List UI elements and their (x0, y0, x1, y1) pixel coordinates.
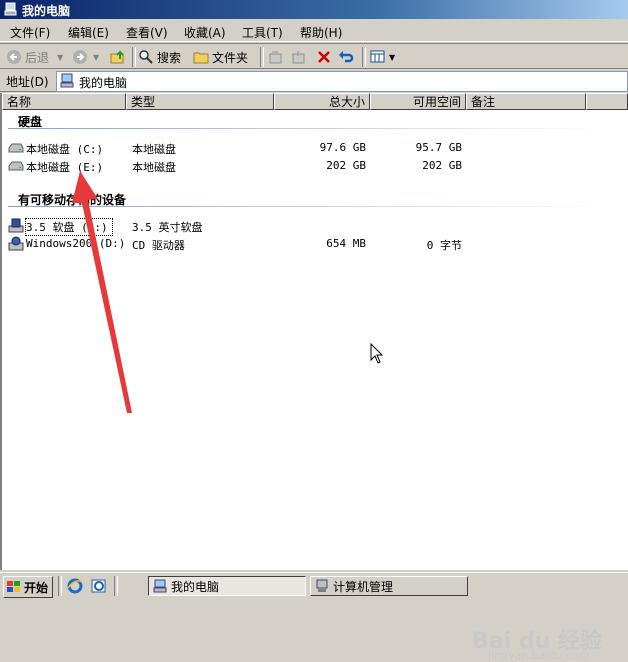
task-label: 我的电脑 (171, 579, 220, 594)
task-computer-management[interactable]: 计算机管理 (310, 576, 468, 596)
computer-management-icon (316, 579, 328, 592)
menu-view[interactable]: 查看(V) (126, 24, 168, 41)
my-computer-icon (4, 2, 17, 16)
drive-name: 本地磁盘 (C:) (26, 143, 104, 156)
hard-disk-icon (8, 161, 24, 171)
move-to-button[interactable] (268, 47, 287, 67)
back-button[interactable]: 后退 ▼ (6, 47, 63, 67)
up-folder-button[interactable] (110, 47, 129, 67)
views-button[interactable]: ▼ (370, 47, 395, 67)
drive-name: 本地磁盘 (E:) (26, 161, 104, 174)
forward-arrow-icon (73, 50, 87, 64)
drive-total: 202 GB (326, 159, 366, 172)
column-comments[interactable]: 备注 (466, 93, 586, 110)
my-computer-icon (153, 579, 167, 593)
forward-dropdown-icon[interactable]: ▼ (93, 53, 99, 62)
my-computer-icon (60, 73, 74, 88)
menu-help[interactable]: 帮助(H) (300, 24, 342, 41)
column-name[interactable]: 名称 (2, 93, 126, 110)
undo-icon (339, 51, 354, 63)
task-my-computer[interactable]: 我的电脑 (148, 576, 306, 596)
outlook-express-icon[interactable] (90, 578, 108, 594)
drive-row-c[interactable]: 本地磁盘 (C:) 本地磁盘 97.6 GB 95.7 GB (8, 140, 608, 157)
column-type[interactable]: 类型 (126, 93, 274, 110)
cd-drive-icon (8, 236, 24, 251)
drive-name: 3.5 软盘 (A:) (25, 218, 113, 236)
address-label: 地址(D) (6, 75, 49, 89)
folders-label: 文件夹 (212, 50, 249, 65)
views-dropdown-icon[interactable]: ▼ (389, 53, 395, 62)
group-divider (8, 206, 608, 207)
back-arrow-icon (7, 50, 21, 64)
window-title: 我的电脑 (22, 4, 71, 18)
drive-row-d[interactable]: Windows200 (D:) CD 驱动器 654 MB 0 字节 (8, 236, 608, 253)
address-value: 我的电脑 (79, 76, 128, 90)
mouse-cursor-icon (370, 343, 384, 364)
menu-favorites[interactable]: 收藏(A) (184, 24, 226, 41)
menu-tools[interactable]: 工具(T) (242, 24, 283, 41)
drive-type: CD 驱动器 (132, 239, 185, 252)
back-dropdown-icon[interactable]: ▼ (57, 53, 63, 62)
search-icon (139, 50, 153, 64)
undo-button[interactable] (338, 47, 357, 67)
drive-type: 本地磁盘 (132, 143, 176, 156)
drive-free: 95.7 GB (415, 141, 462, 154)
file-list-view[interactable]: 名称 类型 总大小 可用空间 备注 硬盘 本地磁盘 (C:) 本地磁盘 97.6… (0, 93, 628, 662)
task-label: 计算机管理 (333, 579, 394, 594)
address-bar: 地址(D) 我的电脑 (0, 70, 628, 92)
drive-free: 202 GB (422, 159, 462, 172)
drive-total: 97.6 GB (319, 141, 366, 154)
drive-free: 0 字节 (426, 239, 462, 252)
windows-logo-icon (7, 581, 20, 592)
folders-button[interactable]: 文件夹 (193, 47, 248, 67)
title-bar: 我的电脑 (0, 0, 628, 19)
toolbar-separator (132, 47, 136, 67)
move-to-icon (269, 51, 282, 64)
taskbar: 开始 我的电脑 计算机管理 (0, 572, 628, 598)
ie-browser-icon[interactable] (66, 578, 84, 594)
folder-icon (193, 52, 209, 64)
toolbar: 后退 ▼ ▼ 搜索 文件夹 ▼ (0, 43, 628, 69)
back-label: 后退 (25, 50, 50, 65)
up-folder-icon (110, 50, 124, 64)
watermark-url: jingyan.baidu.com (488, 649, 590, 662)
hard-disk-icon (8, 143, 24, 153)
menu-edit[interactable]: 编辑(E) (68, 24, 109, 41)
copy-to-icon (292, 51, 305, 64)
start-button[interactable]: 开始 (3, 576, 53, 598)
views-grid-icon (370, 50, 385, 63)
drive-name: Windows200 (D:) (26, 237, 126, 250)
copy-to-button[interactable] (291, 47, 310, 67)
search-button[interactable]: 搜索 (138, 47, 181, 67)
menu-bar: 文件(F) 编辑(E) 查看(V) 收藏(A) 工具(T) 帮助(H) (0, 20, 628, 42)
column-header: 名称 类型 总大小 可用空间 备注 (2, 93, 628, 110)
column-total-size[interactable]: 总大小 (274, 93, 370, 110)
drive-total: 654 MB (326, 237, 366, 250)
floppy-drive-icon (8, 218, 24, 233)
delete-button[interactable] (316, 47, 335, 67)
toolbar-separator (362, 47, 366, 67)
address-input[interactable]: 我的电脑 (56, 71, 628, 92)
delete-x-icon (318, 51, 330, 63)
menu-file[interactable]: 文件(F) (10, 24, 50, 41)
drive-type: 本地磁盘 (132, 161, 176, 174)
start-label: 开始 (24, 580, 49, 595)
drive-row-e[interactable]: 本地磁盘 (E:) 本地磁盘 202 GB 202 GB (8, 158, 608, 175)
group-divider (8, 128, 608, 129)
drive-type: 3.5 英寸软盘 (132, 221, 203, 234)
toolbar-separator (260, 47, 264, 67)
drive-row-a[interactable]: 3.5 软盘 (A:) 3.5 英寸软盘 (8, 218, 608, 236)
column-filler (586, 93, 628, 110)
taskbar-separator (58, 576, 62, 596)
search-label: 搜索 (157, 50, 182, 65)
forward-button[interactable]: ▼ (72, 47, 99, 67)
taskbar-separator (114, 576, 118, 596)
column-free-space[interactable]: 可用空间 (370, 93, 466, 110)
